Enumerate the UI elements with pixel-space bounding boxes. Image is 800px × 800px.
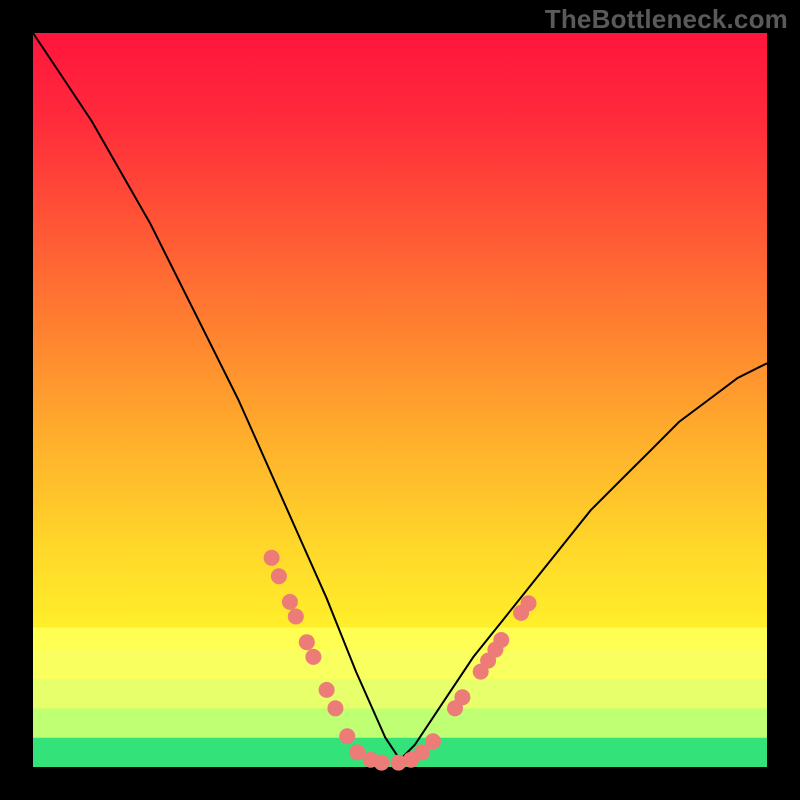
curve-marker — [288, 609, 304, 625]
curve-marker — [493, 632, 509, 648]
curve-marker — [305, 649, 321, 665]
highlight-band — [33, 708, 767, 737]
curve-marker — [521, 595, 537, 611]
curve-marker — [264, 550, 280, 566]
curve-marker — [425, 733, 441, 749]
highlight-band — [33, 679, 767, 708]
curve-marker — [339, 728, 355, 744]
curve-marker — [282, 594, 298, 610]
curve-marker — [299, 634, 315, 650]
highlight-band — [33, 650, 767, 679]
curve-marker — [374, 755, 390, 771]
highlight-bands — [33, 628, 767, 767]
curve-marker — [271, 568, 287, 584]
chart-stage: TheBottleneck.com — [0, 0, 800, 800]
bottleneck-chart — [0, 0, 800, 800]
highlight-band — [33, 628, 767, 650]
curve-marker — [327, 700, 343, 716]
curve-marker — [319, 682, 335, 698]
curve-marker — [454, 689, 470, 705]
